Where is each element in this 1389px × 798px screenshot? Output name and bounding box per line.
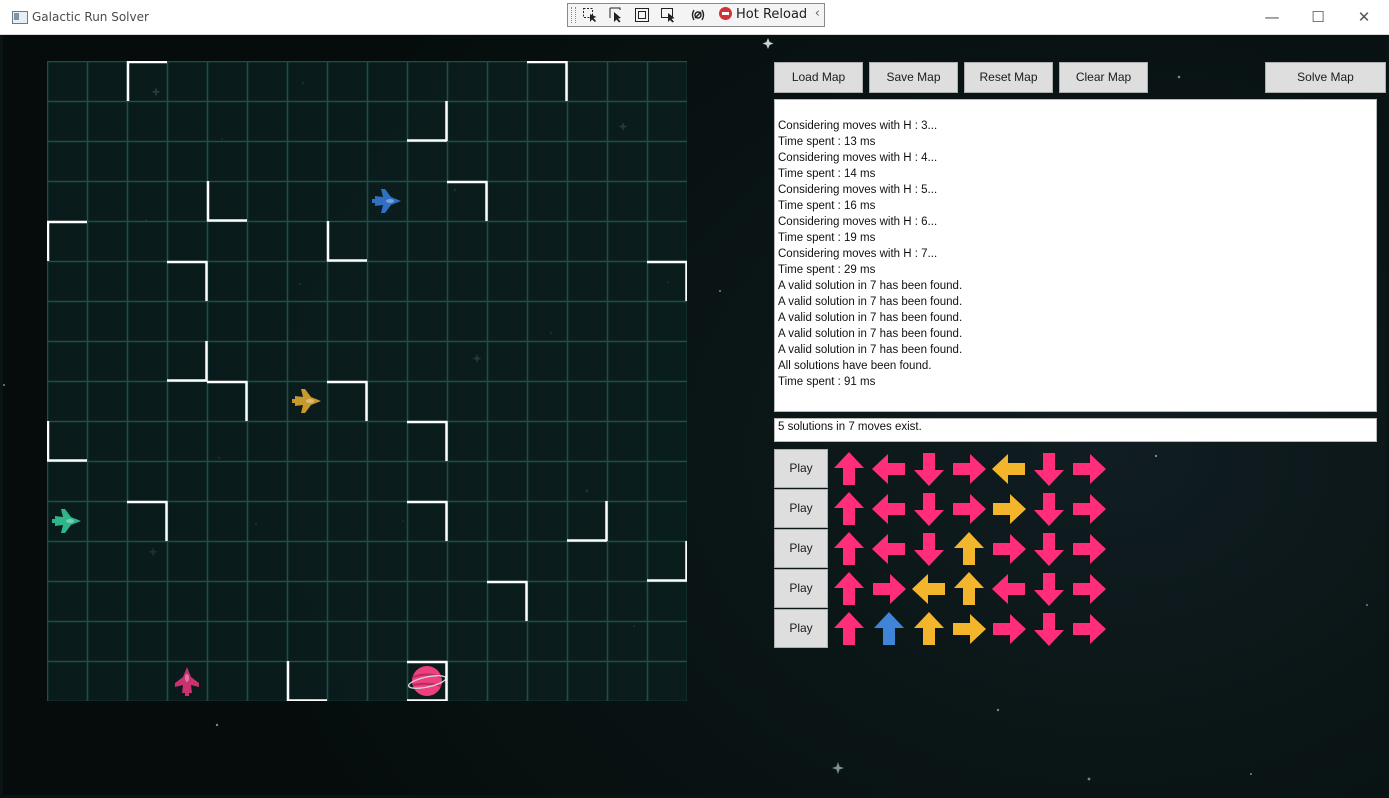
clear-map-button[interactable]: Clear Map (1059, 62, 1148, 93)
arrow-right-icon (989, 529, 1029, 569)
log-line: Time spent : 29 ms (778, 264, 876, 276)
display-layout-adorners-icon[interactable] (634, 7, 650, 23)
arrow-right-icon (949, 449, 989, 489)
log-line: Considering moves with H : 3... (778, 120, 938, 132)
track-focused-element-icon[interactable] (660, 7, 676, 23)
log-line: Considering moves with H : 7... (778, 248, 938, 260)
arrow-down-icon (1029, 529, 1069, 569)
binding-failures-icon[interactable] (690, 7, 706, 23)
arrow-right-icon (989, 609, 1029, 649)
arrow-down-icon (1029, 569, 1069, 609)
solve-map-button[interactable]: Solve Map (1265, 62, 1386, 93)
window-title: Galactic Run Solver (32, 10, 149, 24)
log-line: Time spent : 14 ms (778, 168, 876, 180)
arrow-left-icon (909, 569, 949, 609)
solver-log[interactable]: Considering moves with H : 3... Time spen… (774, 99, 1377, 412)
title-bar: Galactic Run Solver Hot Reload ‹ — ☐ ✕ (0, 0, 1389, 35)
arrow-up-icon (829, 489, 869, 529)
game-board[interactable] (47, 61, 687, 701)
arrow-left-icon (989, 449, 1029, 489)
play-button[interactable]: Play (774, 569, 828, 608)
app-icon (12, 11, 28, 24)
arrow-right-icon (1069, 569, 1109, 609)
arrow-down-icon (1029, 449, 1069, 489)
arrow-right-icon (949, 609, 989, 649)
log-line: A valid solution in 7 has been found. (778, 296, 963, 308)
reset-map-button[interactable]: Reset Map (964, 62, 1053, 93)
arrow-up-icon (829, 609, 869, 649)
board-grid[interactable] (47, 61, 687, 701)
arrow-right-icon (1069, 489, 1109, 529)
maximize-button[interactable]: ☐ (1295, 0, 1341, 34)
arrow-up-icon (829, 449, 869, 489)
arrow-down-icon (909, 529, 949, 569)
arrow-right-icon (949, 489, 989, 529)
hot-reload-icon (719, 7, 732, 20)
close-button[interactable]: ✕ (1341, 0, 1387, 34)
arrow-right-icon (989, 489, 1029, 529)
load-map-button[interactable]: Load Map (774, 62, 863, 93)
arrow-up-icon (949, 569, 989, 609)
select-element-icon[interactable] (582, 7, 598, 23)
arrow-left-icon (869, 449, 909, 489)
solution-row: Play (774, 489, 1134, 529)
arrow-up-icon (829, 569, 869, 609)
log-line: Time spent : 13 ms (778, 136, 876, 148)
hot-reload-label: Hot Reload (736, 7, 808, 22)
log-line: Time spent : 16 ms (778, 200, 876, 212)
minimize-button[interactable]: — (1249, 0, 1295, 34)
log-line: Considering moves with H : 5... (778, 184, 938, 196)
arrow-up-icon (869, 609, 909, 649)
arrow-right-icon (1069, 449, 1109, 489)
space-background: Load Map Save Map Reset Map Clear Map So… (3, 35, 1386, 795)
save-map-button[interactable]: Save Map (869, 62, 958, 93)
debug-toolbar: Hot Reload ‹ (567, 3, 825, 27)
pointer-icon[interactable] (608, 7, 624, 23)
log-line: Considering moves with H : 4... (778, 152, 938, 164)
arrow-down-icon (1029, 609, 1069, 649)
log-line: A valid solution in 7 has been found. (778, 312, 963, 324)
solution-row: Play (774, 609, 1134, 649)
arrow-down-icon (909, 449, 949, 489)
arrow-left-icon (989, 569, 1029, 609)
hot-reload-button[interactable]: Hot Reload (719, 5, 807, 25)
toolbar-grip[interactable] (571, 7, 576, 23)
log-line: A valid solution in 7 has been found. (778, 344, 963, 356)
arrow-right-icon (1069, 529, 1109, 569)
solution-row: Play (774, 449, 1134, 489)
arrow-down-icon (1029, 489, 1069, 529)
log-line: A valid solution in 7 has been found. (778, 328, 963, 340)
log-line: Time spent : 19 ms (778, 232, 876, 244)
arrow-right-icon (1069, 609, 1109, 649)
log-line: Time spent : 91 ms (778, 376, 876, 388)
play-button[interactable]: Play (774, 449, 828, 488)
play-button[interactable]: Play (774, 609, 828, 648)
arrow-left-icon (869, 529, 909, 569)
arrow-up-icon (949, 529, 989, 569)
solution-row: Play (774, 529, 1134, 569)
arrow-up-icon (909, 609, 949, 649)
log-line: A valid solution in 7 has been found. (778, 280, 963, 292)
arrow-left-icon (869, 489, 909, 529)
arrow-right-icon (869, 569, 909, 609)
solution-row: Play (774, 569, 1134, 609)
log-line: All solutions have been found. (778, 360, 932, 372)
arrow-up-icon (829, 529, 869, 569)
collapse-toolbar-icon[interactable]: ‹ (815, 6, 820, 21)
log-line: Considering moves with H : 6... (778, 216, 938, 228)
solution-summary: 5 solutions in 7 moves exist. (774, 418, 1377, 442)
play-button[interactable]: Play (774, 489, 828, 528)
play-button[interactable]: Play (774, 529, 828, 568)
arrow-down-icon (909, 489, 949, 529)
